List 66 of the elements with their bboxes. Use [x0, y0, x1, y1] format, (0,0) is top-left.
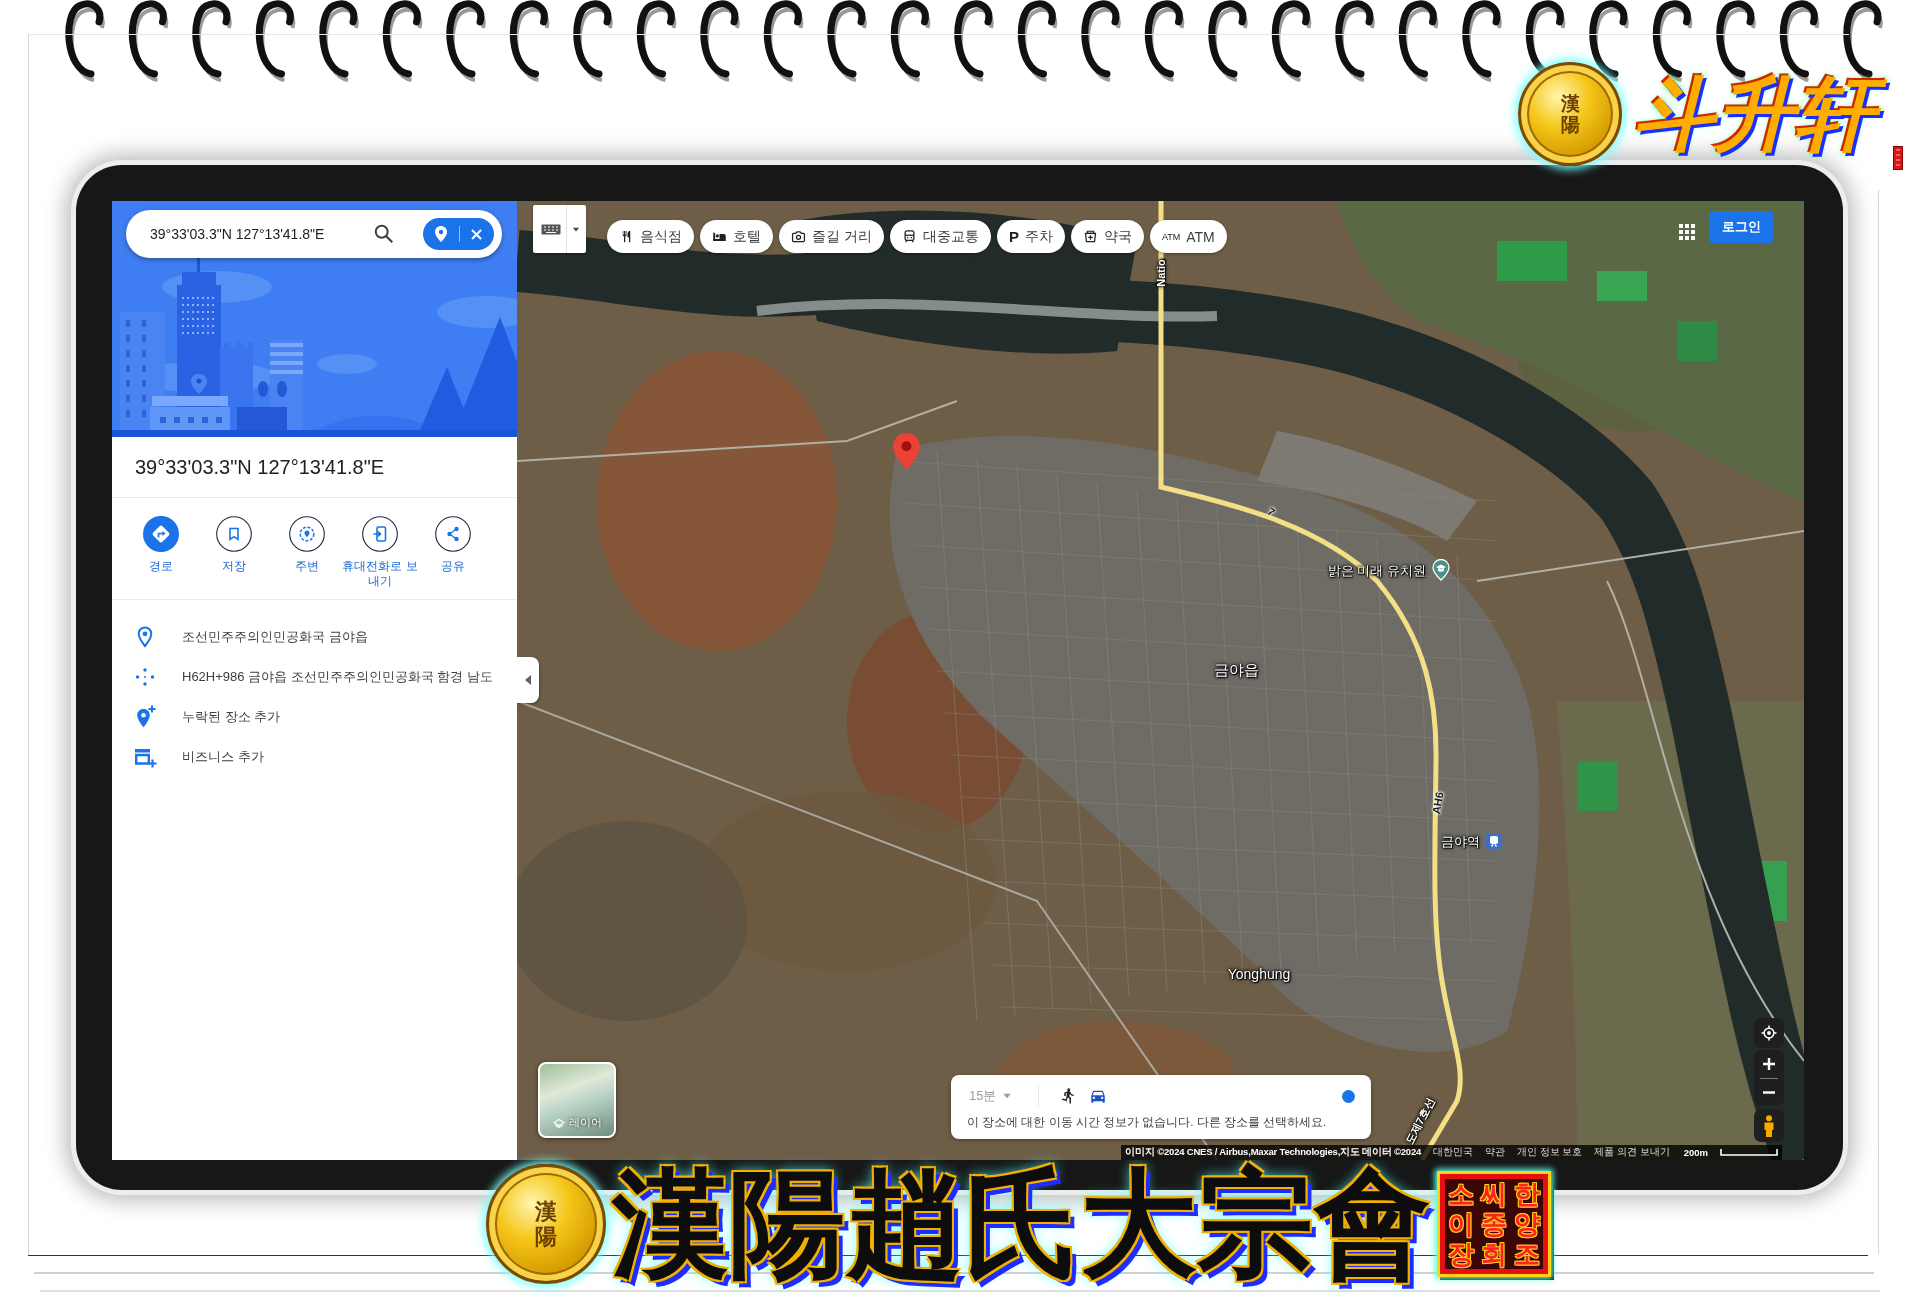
map-label: 금야읍: [1213, 661, 1259, 679]
category-chip[interactable]: 음식점: [607, 220, 694, 253]
attribution-link[interactable]: 개인 정보 보호: [1517, 1146, 1583, 1159]
stamp-icon: [1893, 146, 1903, 170]
map-label: Yonghung: [1227, 965, 1291, 983]
plus-icon: [1763, 1057, 1775, 1070]
bookmark-icon: [216, 516, 252, 552]
attribution-link[interactable]: 대한민국: [1433, 1146, 1474, 1159]
login-button[interactable]: 로그인: [1709, 211, 1773, 243]
attribution-link[interactable]: 제품 의견 보내기: [1594, 1146, 1670, 1159]
seal-text: 한양조씨종회소이장: [1445, 1178, 1543, 1269]
search-icon: [373, 223, 395, 245]
category-chip[interactable]: 호텔: [700, 220, 773, 253]
send-to-phone-button[interactable]: 휴대전화로 보내기: [340, 516, 420, 589]
directions-button[interactable]: 경로: [132, 516, 190, 574]
collapse-panel-button[interactable]: [517, 657, 539, 703]
detail-text: H62H+986 금야읍 조선민주주의인민공화국 함경 남도: [182, 668, 493, 686]
category-chip[interactable]: 대중교통: [889, 220, 991, 253]
map-pin-icon: [893, 433, 920, 470]
scale-label: 200m: [1683, 1147, 1708, 1158]
close-icon: [471, 228, 483, 240]
detail-text: 조선민주주의인민공화국 금야읍: [182, 628, 368, 646]
clear-search-button[interactable]: [423, 218, 494, 250]
input-tools-button[interactable]: [533, 205, 586, 253]
caret-icon: [525, 675, 531, 685]
road-label: AH6: [1429, 791, 1447, 815]
directions-icon: [143, 516, 179, 552]
search-field[interactable]: 39°33'03.3"N 127°13'41.8"E: [150, 224, 364, 244]
camera-icon: [791, 229, 806, 244]
share-icon: [435, 516, 471, 552]
emblem-text: 漢陽: [535, 1199, 557, 1248]
keyboard-icon: [541, 223, 561, 235]
travel-info-message: 이 장소에 대한 이동 시간 정보가 없습니다. 다른 장소를 선택하세요.: [966, 1115, 1328, 1130]
caret-down-icon: [572, 226, 580, 232]
map-label: 금야역: [1440, 834, 1480, 850]
caret-down-icon: [1002, 1093, 1013, 1099]
share-button[interactable]: 공유: [424, 516, 482, 574]
action-link[interactable]: 비즈니스 추가: [182, 746, 264, 768]
location-dot-icon: [1342, 1089, 1355, 1103]
dots-icon: [133, 665, 157, 689]
attribution-link[interactable]: 약관: [1485, 1146, 1506, 1159]
train-icon: [901, 229, 917, 244]
graduation-cap-icon: [1431, 559, 1450, 581]
phone-icon: [362, 516, 398, 552]
location-target-icon: [1760, 1024, 1778, 1042]
street-view-button[interactable]: [1754, 1109, 1784, 1142]
emblem-text: 漢陽: [1560, 93, 1580, 135]
banner-title: 漢陽趙氏大宗會: [612, 1158, 1431, 1290]
category-chip[interactable]: 즐길 거리: [779, 220, 884, 253]
category-chip[interactable]: ATM ATM: [1149, 220, 1227, 253]
minus-icon: [1763, 1090, 1775, 1094]
save-button[interactable]: 저장: [205, 516, 263, 574]
road-label: Natio: [1154, 259, 1168, 287]
layers-icon: [552, 1118, 565, 1130]
scale-bar-icon: [1720, 1149, 1778, 1156]
duration-dropdown: 15분: [965, 1087, 1017, 1105]
my-location-button[interactable]: [1754, 1018, 1784, 1048]
pin-circle-icon: [289, 516, 325, 552]
imagery-attribution: 이미지 ©2024 CNES / Airbus,Maxar Technologies,지도 데이터 ©2024: [1125, 1146, 1422, 1159]
person-icon: [1763, 1114, 1775, 1137]
road-label: 7: [1264, 505, 1278, 519]
nearby-button[interactable]: 주변: [278, 516, 336, 574]
apps-icon[interactable]: [1679, 224, 1695, 240]
pin-icon: [434, 226, 447, 242]
action-link[interactable]: 누락된 장소 추가: [182, 706, 281, 728]
medicine-box-icon: [1082, 229, 1098, 244]
